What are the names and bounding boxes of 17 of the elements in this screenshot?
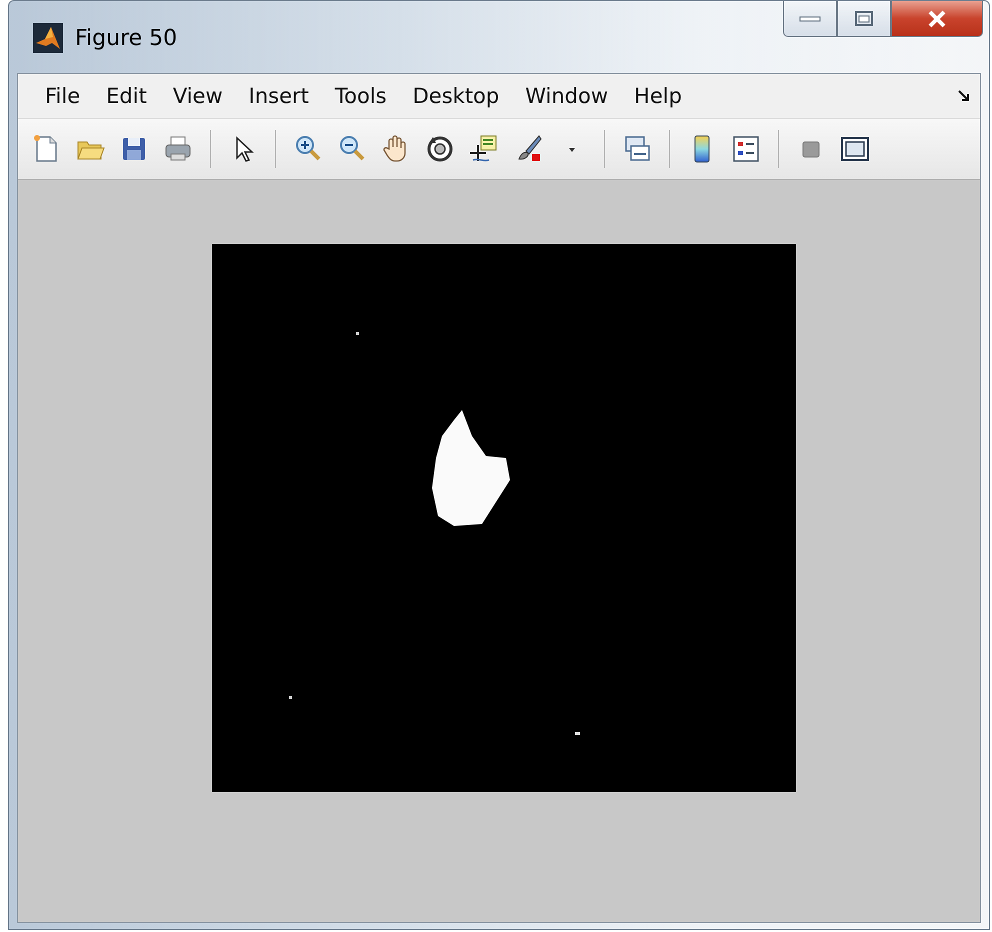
app-logo-icon [33, 23, 63, 53]
menu-item[interactable]: Insert [236, 80, 322, 112]
menu-item[interactable]: Desktop [400, 80, 512, 112]
menu-item[interactable]: File [32, 80, 94, 112]
minimize-button[interactable] [783, 1, 837, 37]
menu-item[interactable]: Help [621, 80, 695, 112]
window-title: Figure 50 [75, 26, 178, 50]
maximize-button[interactable] [837, 1, 891, 37]
maximize-icon [854, 10, 874, 28]
menu-item[interactable]: Tools [322, 80, 400, 112]
menu-item[interactable]: Window [512, 80, 622, 112]
close-button[interactable] [891, 1, 983, 37]
menu-item[interactable]: View [160, 80, 236, 112]
menu-item[interactable]: Edit [93, 80, 160, 112]
minimize-icon [799, 14, 821, 22]
close-icon [926, 8, 948, 28]
dock-arrow-icon[interactable] [958, 90, 970, 102]
